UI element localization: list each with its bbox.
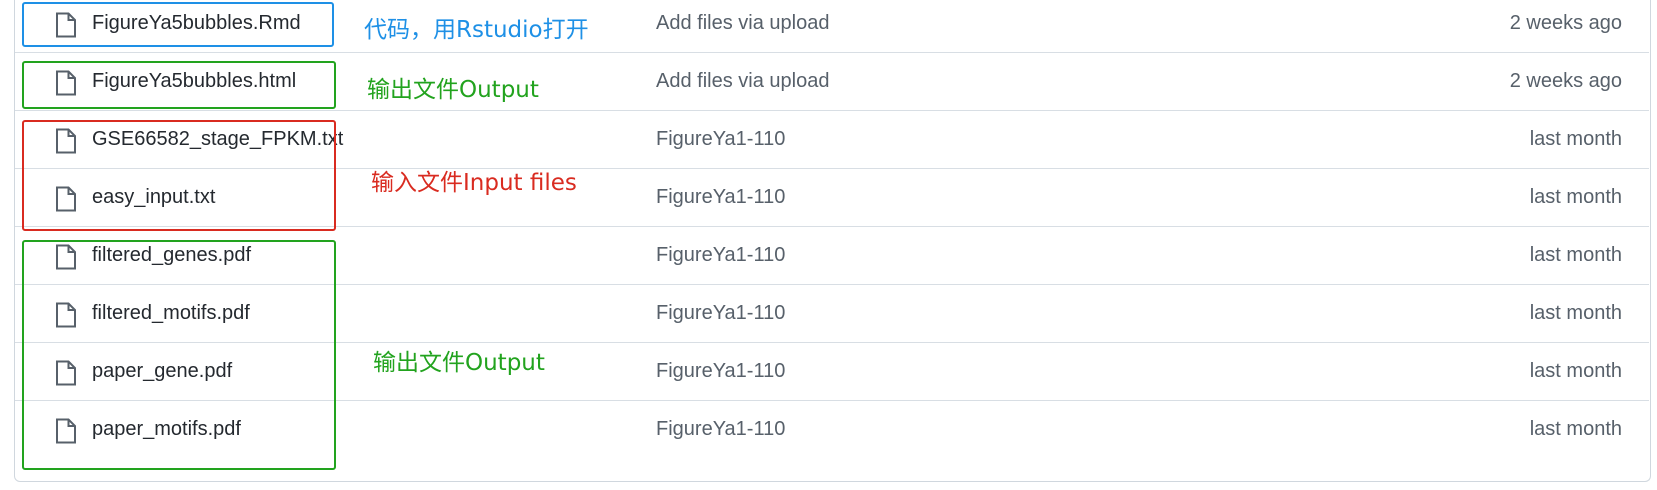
commit-message-link[interactable]: FigureYa1-110 [656, 186, 785, 209]
annotation-label-output: 输出文件Output [367, 77, 539, 103]
file-icon [55, 418, 77, 444]
annotation-label-input: 输入文件Input files [371, 170, 577, 196]
file-name-link[interactable]: paper_motifs.pdf [92, 418, 241, 441]
annotation-label-code: 代码，用Rstudio打开 [364, 17, 589, 43]
file-name-link[interactable]: GSE66582_stage_FPKM.txt [92, 128, 343, 151]
file-name-link[interactable]: paper_gene.pdf [92, 360, 232, 383]
file-row[interactable]: filtered_motifs.pdf FigureYa1-110 last m… [15, 284, 1649, 345]
commit-date: last month [1529, 302, 1622, 324]
commit-message-link[interactable]: FigureYa1-110 [656, 244, 785, 267]
commit-date: last month [1529, 360, 1622, 382]
commit-message-link[interactable]: FigureYa1-110 [656, 128, 785, 151]
commit-date: last month [1529, 128, 1622, 150]
file-icon [55, 244, 77, 270]
file-row[interactable]: paper_motifs.pdf FigureYa1-110 last mont… [15, 400, 1649, 461]
commit-message-link[interactable]: Add files via upload [656, 12, 829, 35]
file-row[interactable]: paper_gene.pdf FigureYa1-110 last month [15, 342, 1649, 403]
commit-date: 2 weeks ago [1509, 70, 1622, 92]
file-icon [55, 186, 77, 212]
file-name-link[interactable]: easy_input.txt [92, 186, 215, 209]
annotation-label-output-pdfs: 输出文件Output [373, 350, 545, 376]
file-row[interactable]: easy_input.txt FigureYa1-110 last month [15, 168, 1649, 229]
commit-date: last month [1529, 186, 1622, 208]
commit-message-link[interactable]: FigureYa1-110 [656, 360, 785, 383]
file-name-link[interactable]: FigureYa5bubbles.html [92, 70, 296, 93]
file-name-link[interactable]: filtered_motifs.pdf [92, 302, 250, 325]
file-row[interactable]: filtered_genes.pdf FigureYa1-110 last mo… [15, 226, 1649, 287]
file-icon [55, 302, 77, 328]
file-icon [55, 70, 77, 96]
commit-date: last month [1529, 244, 1622, 266]
file-row[interactable]: FigureYa5bubbles.Rmd Add files via uploa… [15, 0, 1649, 55]
file-row[interactable]: GSE66582_stage_FPKM.txt FigureYa1-110 la… [15, 110, 1649, 171]
file-name-link[interactable]: filtered_genes.pdf [92, 244, 251, 267]
commit-message-link[interactable]: Add files via upload [656, 70, 829, 93]
file-name-link[interactable]: FigureYa5bubbles.Rmd [92, 12, 301, 35]
file-icon [55, 360, 77, 386]
commit-date: 2 weeks ago [1509, 12, 1622, 34]
commit-message-link[interactable]: FigureYa1-110 [656, 418, 785, 441]
file-row[interactable]: FigureYa5bubbles.html Add files via uplo… [15, 52, 1649, 113]
commit-date: last month [1529, 418, 1622, 440]
file-icon [55, 128, 77, 154]
commit-message-link[interactable]: FigureYa1-110 [656, 302, 785, 325]
file-icon [55, 12, 77, 38]
